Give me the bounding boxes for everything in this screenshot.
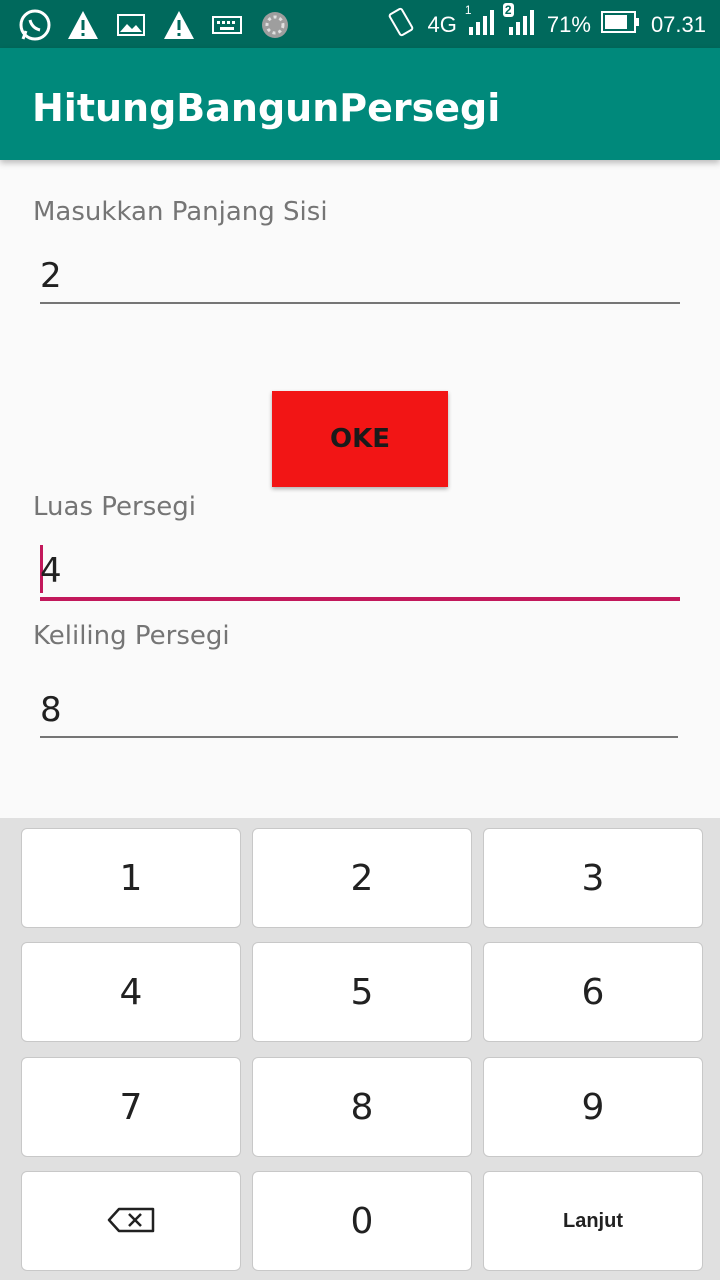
- oke-button[interactable]: OKE: [272, 391, 448, 487]
- warning-icon: [162, 8, 196, 42]
- area-value: 4: [40, 551, 62, 591]
- key-2[interactable]: 2: [252, 828, 472, 928]
- key-3[interactable]: 3: [483, 828, 703, 928]
- whatsapp-icon: [18, 8, 52, 42]
- signal-icon: 1: [465, 3, 497, 41]
- key-7[interactable]: 7: [21, 1057, 241, 1157]
- side-length-label: Masukkan Panjang Sisi: [33, 197, 328, 227]
- side-length-underline: [40, 302, 680, 304]
- side-length-input[interactable]: 2: [40, 250, 680, 306]
- key-1[interactable]: 1: [21, 828, 241, 928]
- sim1-badge: 1: [464, 3, 472, 17]
- key-6[interactable]: 6: [483, 942, 703, 1042]
- area-input[interactable]: 4: [40, 543, 680, 603]
- app-title: HitungBangunPersegi: [32, 86, 501, 130]
- numeric-keyboard: 1 2 3 4 5 6 7 8 9 0 Lanjut: [0, 818, 720, 1280]
- battery-percent: 71%: [546, 12, 591, 37]
- app-bar: HitungBangunPersegi: [0, 48, 720, 160]
- status-bar: 4G 1 2 71% 07.31: [0, 0, 720, 48]
- vibrate-icon: [384, 7, 418, 43]
- next-key[interactable]: Lanjut: [483, 1171, 703, 1271]
- side-length-value: 2: [40, 256, 62, 296]
- battery-icon: [600, 11, 641, 39]
- key-5[interactable]: 5: [252, 942, 472, 1042]
- key-8[interactable]: 8: [252, 1057, 472, 1157]
- key-9[interactable]: 9: [483, 1057, 703, 1157]
- warning-icon: [66, 8, 100, 42]
- network-type: 4G: [427, 12, 457, 37]
- signal-icon-2: 2: [502, 3, 537, 41]
- clock: 07.31: [650, 12, 706, 37]
- keyboard-icon: [210, 8, 244, 42]
- area-label: Luas Persegi: [33, 492, 196, 522]
- perimeter-input[interactable]: 8: [40, 684, 678, 740]
- backspace-icon: [107, 1201, 155, 1242]
- sim2-badge: 2: [502, 3, 514, 17]
- backspace-key[interactable]: [21, 1171, 241, 1271]
- key-0[interactable]: 0: [252, 1171, 472, 1271]
- key-4[interactable]: 4: [21, 942, 241, 1042]
- perimeter-value: 8: [40, 690, 62, 730]
- image-icon: [114, 8, 148, 42]
- perimeter-underline: [40, 736, 678, 738]
- perimeter-label: Keliling Persegi: [33, 621, 230, 651]
- area-underline: [40, 597, 680, 601]
- loading-icon: [258, 8, 292, 42]
